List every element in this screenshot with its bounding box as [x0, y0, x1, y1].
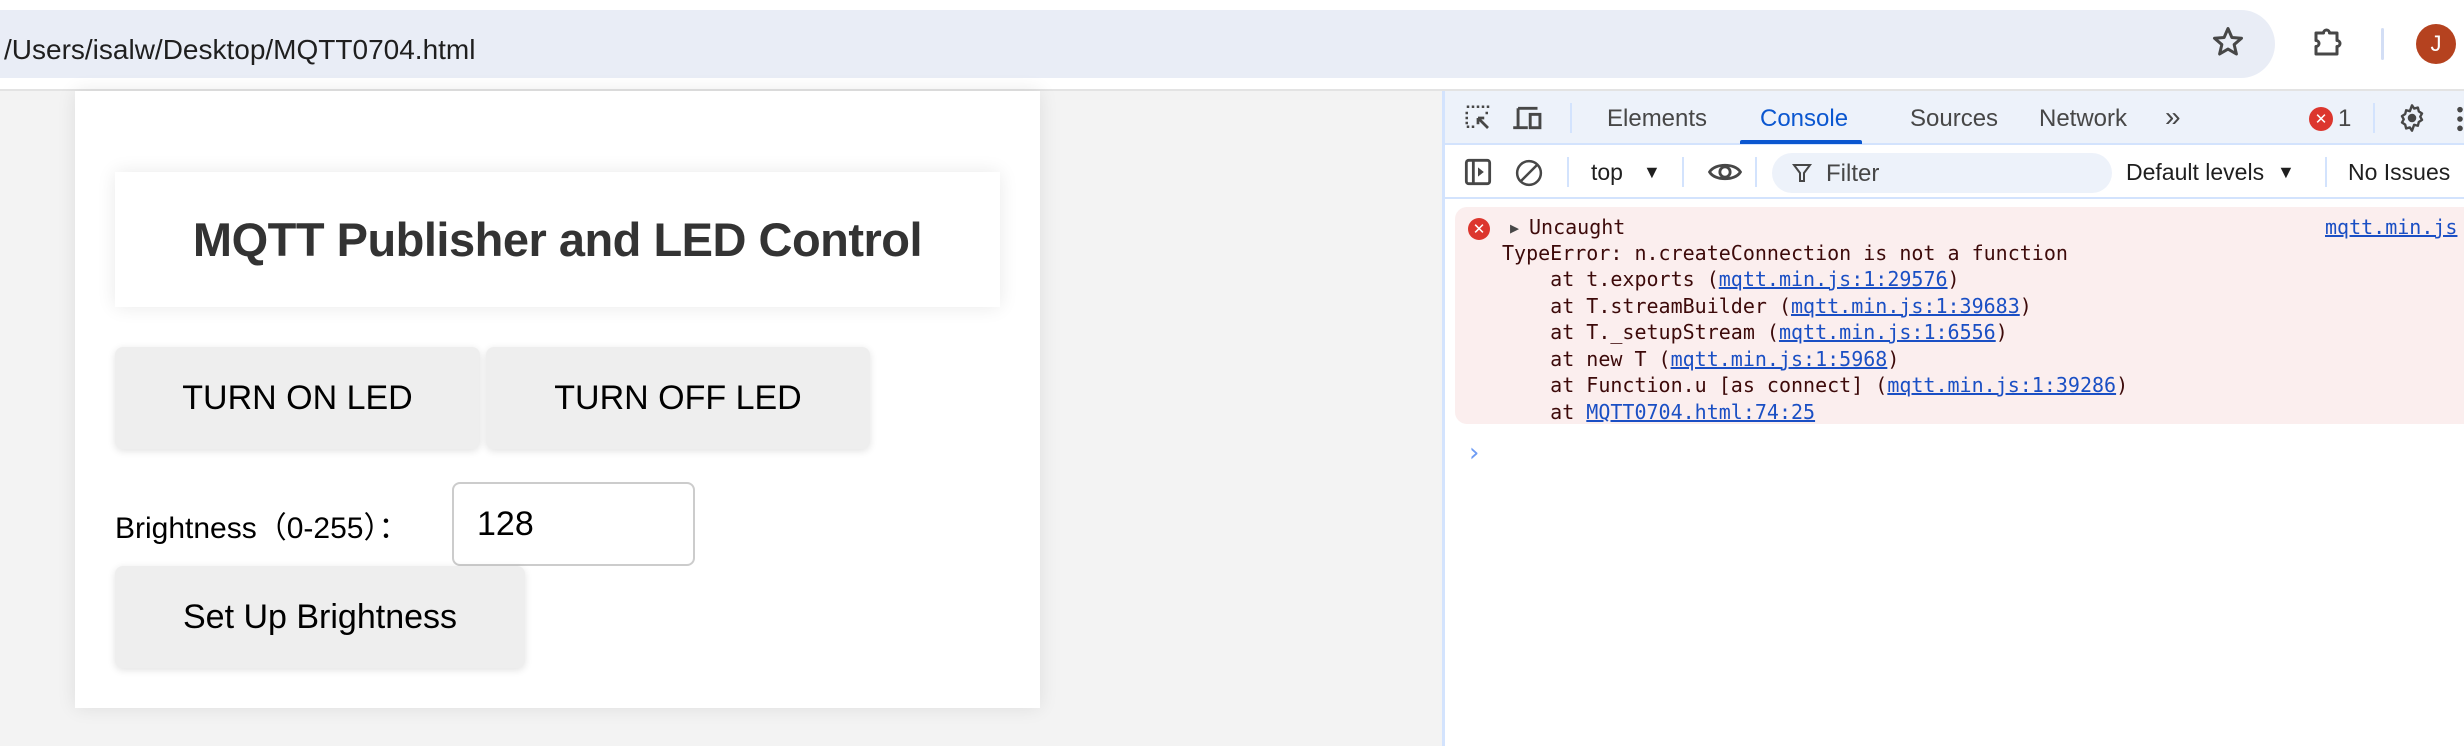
brightness-label: Brightness（0-255）：	[115, 512, 409, 545]
tab-network[interactable]: Network	[2039, 105, 2127, 133]
page-title: MQTT Publisher and LED Control	[192, 213, 923, 266]
stack-frame: at t.exports (mqtt.min.js:1:29576)	[1502, 267, 1960, 291]
stack-frame-link[interactable]: mqtt.min.js:1:39683	[1791, 294, 2020, 318]
stack-frame-link[interactable]: mqtt.min.js:1:6556	[1779, 320, 1996, 344]
levels-dropdown-icon[interactable]: ▼	[2277, 162, 2295, 183]
inspect-element-icon[interactable]	[1463, 103, 1493, 133]
stack-frame: at T._setupStream (mqtt.min.js:1:6556)	[1502, 320, 2008, 344]
stack-frame-text: at T._setupStream (	[1502, 320, 1779, 344]
tab-divider	[1570, 103, 1572, 133]
stack-frame-text: at new T (	[1502, 346, 1671, 371]
toolbar-divider	[2325, 157, 2327, 187]
console-prompt-icon[interactable]: ›	[1469, 438, 1479, 468]
active-tab-indicator	[1740, 140, 1862, 144]
stack-frame-link[interactable]: mqtt.min.js:1:5968	[1671, 347, 1888, 371]
devtools-panel: Elements Console Sources Network » ✕ 1 t…	[1442, 91, 2464, 746]
turn-off-led-button[interactable]: TURN OFF LED	[486, 347, 870, 449]
toolbar-divider	[1755, 157, 1757, 187]
error-message: TypeError: n.createConnection is not a f…	[1502, 241, 2068, 265]
stack-frame-text: at T.streamBuilder (	[1502, 293, 1791, 318]
stack-frame-text: at Function.u [as connect] (	[1502, 373, 1888, 397]
device-toolbar-icon[interactable]	[1512, 103, 1546, 133]
devtools-tabbar: Elements Console Sources Network » ✕ 1	[1445, 91, 2464, 145]
tab-console[interactable]: Console	[1760, 105, 1848, 133]
error-count-icon[interactable]: ✕	[2309, 107, 2333, 131]
url-text[interactable]: /Users/isalw/Desktop/MQTT0704.html	[4, 34, 475, 66]
stack-frame-text: )	[1995, 320, 2008, 344]
stack-frame: at MQTT0704.html:74:25	[1502, 400, 1815, 424]
turn-on-led-button[interactable]: TURN ON LED	[115, 347, 480, 449]
eye-icon[interactable]	[1707, 159, 1743, 185]
filter-icon	[1792, 164, 1812, 182]
filter-placeholder: Filter	[1826, 160, 1880, 187]
console-error-message: ✕ ▶ Uncaught mqtt.min.js TypeError: n.cr…	[1455, 207, 2464, 424]
stack-frame-link[interactable]: mqtt.min.js:1:29576	[1719, 267, 1948, 291]
page-viewport: MQTT Publisher and LED Control TURN ON L…	[0, 91, 1442, 746]
stack-frame-text: )	[1887, 346, 1900, 371]
stack-frame-text: at t.exports (	[1502, 267, 1719, 291]
toolbar-divider	[1567, 157, 1569, 187]
profile-avatar[interactable]: J	[2416, 24, 2456, 64]
gear-icon[interactable]	[2396, 102, 2428, 134]
stack-frame-text: )	[2116, 373, 2129, 397]
error-icon: ✕	[1468, 218, 1490, 240]
stack-frame-text: )	[1947, 267, 1960, 291]
error-header[interactable]: Uncaught	[1529, 215, 1625, 239]
log-levels-select[interactable]: Default levels	[2126, 159, 2264, 186]
header-box: MQTT Publisher and LED Control	[115, 172, 1000, 307]
sidebar-toggle-icon[interactable]	[1464, 158, 1492, 186]
star-icon[interactable]	[2210, 24, 2246, 60]
tab-elements[interactable]: Elements	[1607, 105, 1707, 133]
stack-frame-text: at	[1502, 399, 1587, 424]
error-source-link[interactable]: mqtt.min.js	[2325, 215, 2457, 239]
kebab-menu-icon[interactable]	[2455, 105, 2464, 133]
clear-console-icon[interactable]	[1514, 158, 1544, 188]
tab-divider	[2373, 103, 2375, 133]
more-tabs-icon[interactable]: »	[2165, 101, 2181, 133]
issues-button[interactable]: No Issues	[2348, 159, 2450, 186]
browser-toolbar: File /Users/isalw/Desktop/MQTT0704.html …	[0, 0, 2464, 91]
context-select[interactable]: top	[1591, 159, 1623, 186]
stack-frame: at Function.u [as connect] (mqtt.min.js:…	[1502, 373, 2128, 397]
tab-sources[interactable]: Sources	[1910, 105, 1998, 133]
address-bar[interactable]: File /Users/isalw/Desktop/MQTT0704.html	[0, 10, 2275, 78]
stack-frame-text: )	[2019, 293, 2032, 318]
set-brightness-button[interactable]: Set Up Brightness	[115, 566, 525, 668]
expand-triangle-icon[interactable]: ▶	[1510, 219, 1519, 237]
stack-frame: at T.streamBuilder (mqtt.min.js:1:39683)	[1502, 294, 2032, 318]
filter-input[interactable]: Filter	[1772, 153, 2112, 193]
stack-frame-link[interactable]: mqtt.min.js:1:39286	[1887, 373, 2116, 397]
stack-frame-link[interactable]: MQTT0704.html:74:25	[1586, 400, 1815, 424]
context-dropdown-icon[interactable]: ▼	[1643, 162, 1661, 183]
toolbar-divider	[1682, 157, 1684, 187]
stack-frame: at new T (mqtt.min.js:1:5968)	[1502, 347, 1899, 371]
console-toolbar: top ▼ Filter Default levels ▼ No Issues	[1445, 145, 2464, 199]
content-card: MQTT Publisher and LED Control TURN ON L…	[75, 91, 1040, 708]
puzzle-icon[interactable]	[2310, 24, 2346, 60]
error-count[interactable]: 1	[2338, 105, 2351, 133]
toolbar-divider	[2381, 28, 2384, 60]
brightness-input[interactable]	[452, 482, 695, 566]
